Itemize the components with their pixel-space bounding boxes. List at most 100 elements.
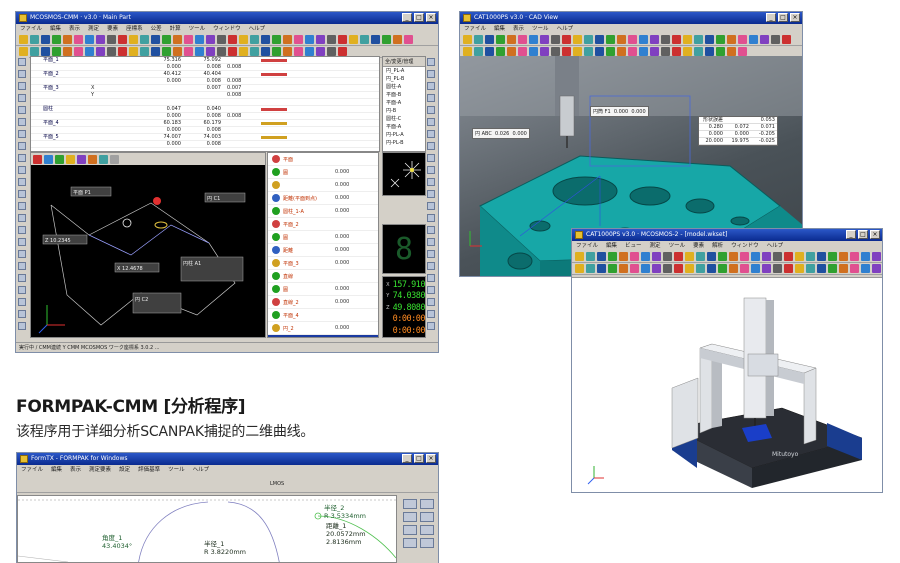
toolbar-button-icon[interactable] bbox=[195, 47, 204, 56]
toolbar-button-icon[interactable] bbox=[140, 47, 149, 56]
fit-icon[interactable] bbox=[66, 155, 75, 164]
toolbar-button-icon[interactable] bbox=[606, 35, 615, 44]
menu-item[interactable]: ウィンドウ bbox=[731, 241, 759, 251]
toolbar-button-icon[interactable] bbox=[674, 252, 683, 261]
menu-item[interactable]: ツール bbox=[669, 241, 686, 251]
view-icon[interactable] bbox=[110, 155, 119, 164]
toolbar-button-icon[interactable] bbox=[393, 35, 402, 44]
toolbar-button-icon[interactable] bbox=[749, 35, 758, 44]
toolbar-button-icon[interactable] bbox=[628, 35, 637, 44]
tool-icon[interactable] bbox=[18, 310, 26, 318]
program-step-row[interactable]: 圓 0.000 bbox=[268, 283, 378, 296]
toolbar-button-icon[interactable] bbox=[173, 35, 182, 44]
toolbar-button-icon[interactable] bbox=[683, 35, 692, 44]
toolbar-button-icon[interactable] bbox=[96, 35, 105, 44]
toolbar-button-icon[interactable] bbox=[184, 35, 193, 44]
tool-icon[interactable] bbox=[18, 262, 26, 270]
toolbar-button-icon[interactable] bbox=[738, 35, 747, 44]
toolbar-button-icon[interactable] bbox=[52, 47, 61, 56]
toolbar-button-icon[interactable] bbox=[63, 35, 72, 44]
toolbar-button-icon[interactable] bbox=[861, 252, 870, 261]
toolbar-button-icon[interactable] bbox=[584, 47, 593, 56]
tool-icon[interactable] bbox=[18, 58, 26, 66]
toolbar-button-icon[interactable] bbox=[839, 264, 848, 273]
minimize-icon[interactable]: _ bbox=[846, 230, 856, 239]
toolbar-button-icon[interactable] bbox=[707, 252, 716, 261]
toolbar-button-icon[interactable] bbox=[195, 35, 204, 44]
toolbar-button-icon[interactable] bbox=[738, 47, 747, 56]
toolbar-button-icon[interactable] bbox=[140, 35, 149, 44]
toolbar-button-icon[interactable] bbox=[551, 47, 560, 56]
tool-icon[interactable] bbox=[427, 82, 435, 90]
tool-icon[interactable] bbox=[18, 154, 26, 162]
toolbar-button-icon[interactable] bbox=[129, 35, 138, 44]
toolbar-button-icon[interactable] bbox=[41, 35, 50, 44]
toolbar-button-icon[interactable] bbox=[507, 35, 516, 44]
menu-item[interactable]: 編集 bbox=[606, 241, 617, 251]
toolbar-button-icon[interactable] bbox=[496, 35, 505, 44]
toolbar-button-icon[interactable] bbox=[206, 35, 215, 44]
tool-icon[interactable] bbox=[427, 238, 435, 246]
toolbar-button-icon[interactable] bbox=[239, 47, 248, 56]
tool-icon[interactable] bbox=[18, 190, 26, 198]
toolbar-button-icon[interactable] bbox=[485, 47, 494, 56]
toolbar-button-icon[interactable] bbox=[608, 252, 617, 261]
tool-icon[interactable] bbox=[427, 130, 435, 138]
toolbar-button-icon[interactable] bbox=[463, 47, 472, 56]
tool-icon[interactable] bbox=[420, 525, 434, 535]
toolbar-button-icon[interactable] bbox=[404, 35, 413, 44]
zoom-icon[interactable] bbox=[33, 155, 42, 164]
close-icon[interactable]: × bbox=[790, 13, 800, 22]
toolbar-button-icon[interactable] bbox=[606, 47, 615, 56]
toolbar-button-icon[interactable] bbox=[762, 264, 771, 273]
program-step-row[interactable]: 圓 0.000 bbox=[268, 231, 378, 244]
menu-item[interactable]: 表示 bbox=[69, 24, 80, 34]
toolbar-button-icon[interactable] bbox=[716, 47, 725, 56]
toolbar-button-icon[interactable] bbox=[305, 47, 314, 56]
close-icon[interactable]: × bbox=[426, 454, 436, 463]
toolbar-button-icon[interactable] bbox=[349, 35, 358, 44]
toolbar-button-icon[interactable] bbox=[850, 264, 859, 273]
toolbar-button-icon[interactable] bbox=[705, 35, 714, 44]
toolbar-button-icon[interactable] bbox=[597, 252, 606, 261]
menu-item[interactable]: ヘルプ bbox=[249, 24, 266, 34]
toolbar-button-icon[interactable] bbox=[63, 47, 72, 56]
menu-item[interactable]: 編集 bbox=[51, 465, 62, 475]
toolbar-button-icon[interactable] bbox=[872, 264, 881, 273]
list-item[interactable]: 平面-A bbox=[383, 99, 425, 107]
toolbar-button-icon[interactable] bbox=[729, 264, 738, 273]
tool-icon[interactable] bbox=[18, 250, 26, 258]
toolbar-button-icon[interactable] bbox=[705, 47, 714, 56]
table-row[interactable]: 0.000 0.008 0.008 bbox=[31, 78, 379, 85]
table-row[interactable]: 圆柱 0.047 0.040 bbox=[31, 106, 379, 113]
menu-item[interactable]: ヘルプ bbox=[557, 24, 574, 34]
program-step-selected[interactable]: 円_2(Cyl-Tolerance) bbox=[268, 335, 378, 337]
list-item[interactable]: 平面-A bbox=[383, 123, 425, 131]
tool-icon[interactable] bbox=[427, 310, 435, 318]
toolbar-button-icon[interactable] bbox=[685, 252, 694, 261]
list-item[interactable]: 円_PL-B bbox=[383, 75, 425, 83]
menu-item[interactable]: ツール bbox=[189, 24, 206, 34]
menu-item[interactable]: ツール bbox=[532, 24, 549, 34]
table-row[interactable]: 平面_3 X 0.007 0.007 bbox=[31, 85, 379, 92]
toolbar-button-icon[interactable] bbox=[663, 264, 672, 273]
menu-item[interactable]: 測定 bbox=[650, 241, 661, 251]
profile-canvas[interactable]: 角度_1 43.4034° 半径_1 R 3.8220mm 半径_2 R 3.5334… bbox=[17, 495, 397, 563]
menu-item[interactable]: 要素 bbox=[107, 24, 118, 34]
maximize-icon[interactable]: □ bbox=[414, 13, 424, 22]
toolbar-button-icon[interactable] bbox=[217, 35, 226, 44]
rotate-icon[interactable] bbox=[44, 155, 53, 164]
toolbar-button-icon[interactable] bbox=[641, 252, 650, 261]
program-step-row[interactable]: 直線 bbox=[268, 270, 378, 283]
menu-item[interactable]: 表示 bbox=[70, 465, 81, 475]
toolbar-button-icon[interactable] bbox=[228, 35, 237, 44]
toolbar-button-icon[interactable] bbox=[608, 264, 617, 273]
tool-icon[interactable] bbox=[427, 202, 435, 210]
toolbar-button-icon[interactable] bbox=[617, 35, 626, 44]
toolbar-button-icon[interactable] bbox=[151, 35, 160, 44]
tool-icon[interactable] bbox=[427, 178, 435, 186]
toolbar-button-icon[interactable] bbox=[784, 264, 793, 273]
toolbar-button-icon[interactable] bbox=[573, 47, 582, 56]
toolbar-button-icon[interactable] bbox=[727, 35, 736, 44]
toolbar-button-icon[interactable] bbox=[463, 35, 472, 44]
